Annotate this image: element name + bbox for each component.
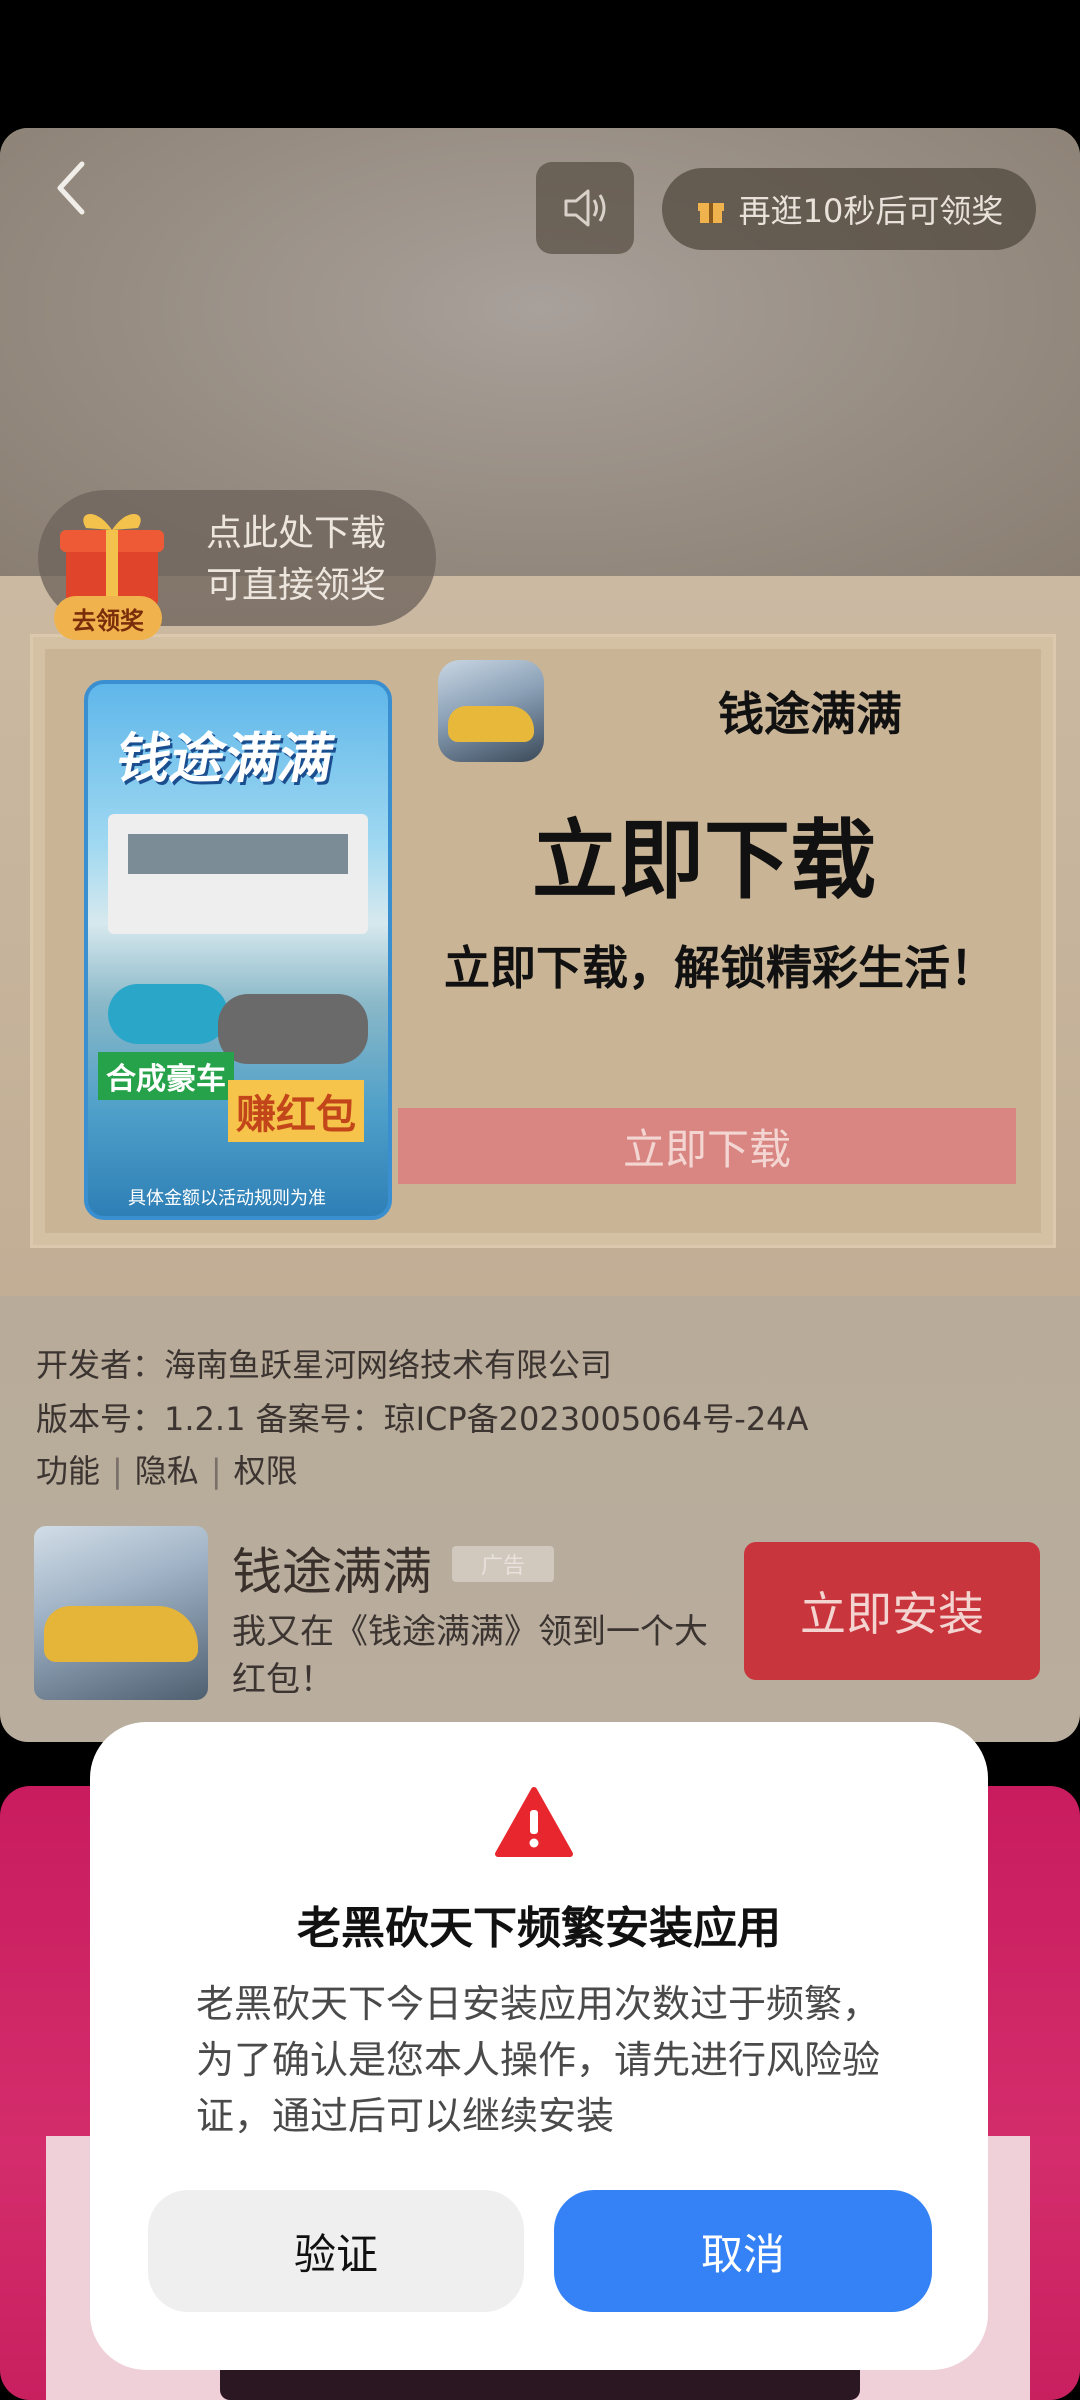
app-links: 功能 | 隐私 | 权限 [36,1452,298,1490]
ad-badge: 广告 [452,1546,554,1582]
verify-button[interactable]: 验证 [148,2190,524,2312]
poster-car-image [108,984,228,1044]
banner-subtitle: 立即下载，解锁精彩生活！ [444,941,996,995]
warning-icon [495,1787,573,1857]
dialog-title: 老黑砍天下频繁安装应用 [297,1903,781,1954]
poster-tag-redpacket: 赚红包 [228,1080,364,1142]
reward-timer-pill: 再逛10秒后可领奖 [662,168,1036,250]
banner-app-name: 钱途满满 [718,687,902,741]
sound-toggle-button[interactable] [536,162,634,254]
reward-timer-text: 再逛10秒后可领奖 [738,192,1004,230]
developer-info: 开发者：海南鱼跃星河网络技术有限公司 [36,1346,613,1384]
promo-app-icon[interactable] [34,1526,208,1700]
install-button[interactable]: 立即安装 [744,1542,1040,1680]
chevron-left-icon [57,161,85,215]
poster-note: 具体金额以活动规则为准 [128,1188,326,1209]
download-bubble-line1: 点此处下载 [206,513,387,554]
gift-icon [697,203,724,223]
link-features[interactable]: 功能 [36,1452,100,1490]
game-poster: 钱途满满 合成豪车 赚红包 具体金额以活动规则为准 [84,680,392,1220]
app-icon [438,660,544,762]
claim-reward-tag[interactable]: 去领奖 [54,596,162,640]
link-privacy[interactable]: 隐私 [135,1452,199,1490]
cancel-button[interactable]: 取消 [554,2190,932,2312]
promo-description: 我又在《钱途满满》领到一个大红包！ [232,1612,708,1700]
poster-car-image [218,994,368,1064]
link-permissions[interactable]: 权限 [234,1452,298,1490]
speaker-icon [564,189,606,227]
poster-title: 钱途满满 [111,727,339,790]
dialog-body: 老黑砍天下今日安装应用次数过于频繁，为了确认是您本人操作，请先进行风险验证，通过… [196,1982,881,2138]
promo-app-name: 钱途满满 [232,1543,432,1601]
back-button[interactable] [52,158,112,228]
poster-villa-image [108,814,368,934]
download-bubble-line2: 可直接领奖 [206,565,387,606]
banner-download-button[interactable]: 立即下载 [398,1108,1016,1184]
poster-tag-synthesis: 合成豪车 [98,1052,234,1100]
banner-headline: 立即下载 [532,811,876,911]
download-bubble-text: 点此处下载 可直接领奖 [206,508,386,612]
version-info: 版本号：1.2.1 备案号：琼ICP备2023005064号-24A [36,1400,809,1438]
